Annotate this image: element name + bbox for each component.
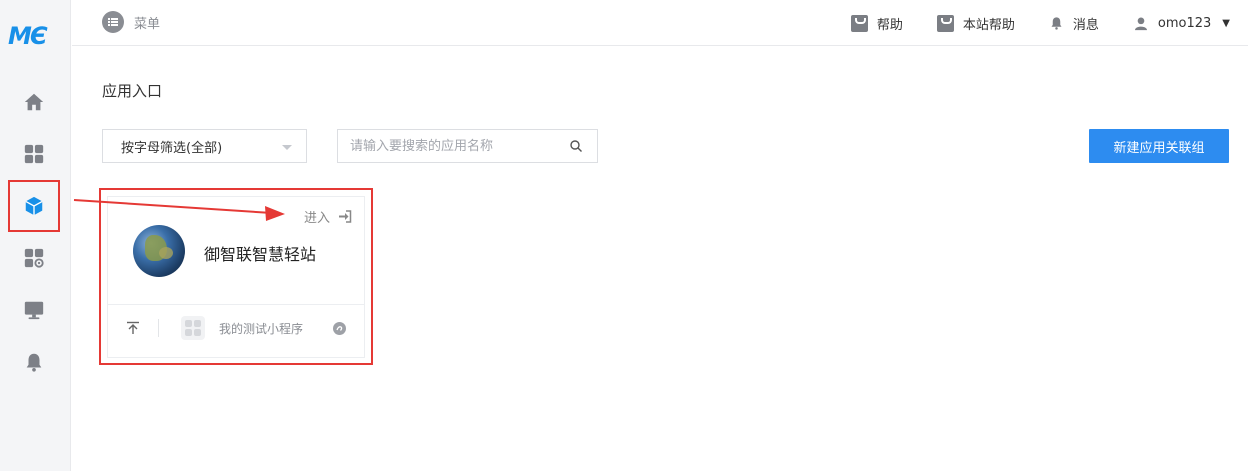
app-root: MЄ 菜单 帮助 本站帮助 消息 omo123 ▼ 应用入口 按字母筛选(全部)… bbox=[0, 0, 1248, 471]
sidebar-item-notifications[interactable] bbox=[14, 342, 54, 382]
new-app-group-button[interactable]: 新建应用关联组 bbox=[1089, 129, 1229, 163]
pin-top-icon bbox=[127, 321, 139, 334]
site-help-label: 本站帮助 bbox=[962, 17, 1015, 33]
user-menu[interactable]: omo123 ▼ bbox=[1133, 15, 1230, 32]
help-link[interactable]: 帮助 bbox=[850, 14, 903, 33]
user-icon bbox=[1134, 17, 1147, 30]
pin-top-button[interactable] bbox=[108, 305, 158, 352]
top-right-actions: 帮助 本站帮助 消息 omo123 ▼ bbox=[817, 0, 1230, 46]
footer-divider bbox=[158, 319, 159, 337]
app-card[interactable]: 进入 御智联智慧轻站 我的测试小程序 bbox=[107, 196, 365, 358]
cube-icon bbox=[25, 196, 43, 216]
letter-filter-value: 按字母筛选(全部) bbox=[121, 140, 223, 156]
grid-icon bbox=[24, 144, 44, 164]
caret-down-icon: ▼ bbox=[1222, 17, 1230, 29]
site-help-bag-icon bbox=[936, 14, 954, 32]
sidebar: MЄ bbox=[0, 0, 71, 471]
grid-gear-icon bbox=[24, 248, 44, 268]
sidebar-item-monitor[interactable] bbox=[14, 290, 54, 330]
messages-link[interactable]: 消息 bbox=[1049, 14, 1099, 33]
list-icon bbox=[102, 11, 124, 33]
link-icon[interactable] bbox=[333, 321, 346, 335]
app-avatar-globe bbox=[133, 225, 185, 277]
app-name: 御智联智慧轻站 bbox=[204, 245, 317, 264]
sidebar-item-apps[interactable] bbox=[14, 134, 54, 174]
site-help-link[interactable]: 本站帮助 bbox=[936, 14, 1015, 33]
monitor-icon bbox=[24, 301, 44, 320]
search-icon[interactable] bbox=[569, 139, 583, 153]
sidebar-item-home[interactable] bbox=[14, 82, 54, 122]
mini-program-icon bbox=[181, 316, 205, 340]
bell-icon bbox=[1051, 17, 1062, 30]
logo: MЄ bbox=[8, 22, 48, 50]
menu-button[interactable]: 菜单 bbox=[102, 11, 160, 33]
mini-program-label: 我的测试小程序 bbox=[219, 321, 304, 336]
help-label: 帮助 bbox=[876, 17, 903, 33]
home-icon bbox=[24, 93, 44, 111]
top-bar: 菜单 帮助 本站帮助 消息 omo123 ▼ bbox=[72, 0, 1248, 46]
bell-icon bbox=[26, 353, 42, 372]
menu-label: 菜单 bbox=[134, 16, 161, 32]
enter-label: 进入 bbox=[303, 211, 330, 226]
letter-filter-select[interactable]: 按字母筛选(全部) bbox=[102, 129, 307, 163]
chevron-down-icon bbox=[282, 145, 292, 150]
sidebar-item-app-entry[interactable] bbox=[8, 180, 60, 232]
username: omo123 bbox=[1157, 15, 1212, 31]
card-footer: 我的测试小程序 bbox=[108, 304, 364, 351]
sign-in-icon bbox=[339, 210, 352, 223]
search-input[interactable] bbox=[338, 130, 558, 162]
main-content: 应用入口 按字母筛选(全部) 新建应用关联组 进入 御智联智慧轻站 bbox=[72, 47, 1248, 471]
sidebar-item-app-settings[interactable] bbox=[14, 238, 54, 278]
messages-label: 消息 bbox=[1072, 17, 1099, 33]
help-bag-icon bbox=[850, 14, 868, 32]
page-title: 应用入口 bbox=[102, 82, 163, 100]
search-box bbox=[337, 129, 598, 163]
enter-link[interactable]: 进入 bbox=[304, 207, 352, 226]
